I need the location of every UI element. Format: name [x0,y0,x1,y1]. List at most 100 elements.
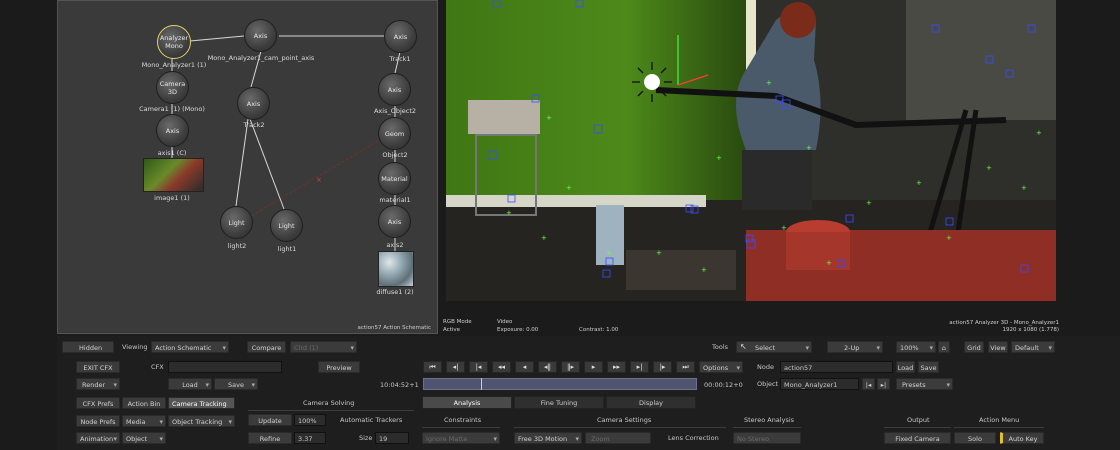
layout-dropdown[interactable]: 2-Up [827,341,883,353]
next-frame-button[interactable]: ▸▸ [607,361,626,373]
object-dropdown[interactable]: Object [122,432,166,444]
node-caption: axis2 [386,241,404,249]
animation-dropdown[interactable]: Animation [76,432,120,444]
action-schematic[interactable]: × Analyzer Mono Mono_Analyzer1 (1) Axis M… [57,0,438,334]
save-dropdown[interactable]: Save [214,378,258,390]
tab-analysis[interactable]: Analysis [422,396,512,409]
tab-fine-tuning[interactable]: Fine Tuning [514,396,604,409]
node-save-button[interactable]: Save [918,361,939,373]
refine-value-field[interactable]: 3.37 [294,432,326,444]
prev-frame-button[interactable]: ◂◂ [492,361,511,373]
section-divider [422,427,500,428]
preview-button[interactable]: Preview [318,361,360,373]
svg-text:×: × [316,176,322,184]
node-caption: Object2 [382,151,408,159]
svg-text:+: + [1036,129,1042,137]
schematic-node-axis[interactable]: Axis [378,205,411,238]
goto-end-button[interactable]: ⏭ [676,361,695,373]
schematic-node-light[interactable]: Light [270,209,303,242]
constraints-dropdown[interactable]: Ignore Matte [422,432,500,444]
home-icon[interactable]: ⌂ [938,341,950,353]
compare-button[interactable]: Compare [247,341,286,353]
media-dropdown[interactable]: Media [122,415,166,427]
exit-cfx-button[interactable]: EXIT CFX [76,361,120,373]
tab-display[interactable]: Display [606,396,696,409]
render-dropdown[interactable]: Render [76,378,120,390]
object-next-icon[interactable]: ▸| [877,378,890,390]
node-label: Node [757,363,774,371]
load-dropdown[interactable]: Load [168,378,212,390]
schematic-node-axis[interactable]: Axis [237,87,270,120]
node-load-button[interactable]: Load [896,361,915,373]
fixed-camera-button[interactable]: Fixed Camera [884,432,951,444]
node-caption: material1 [379,196,411,204]
select-tool-dropdown[interactable]: Select [736,341,812,353]
zoom-toggle[interactable]: Zoom [585,432,651,444]
hidden-toggle[interactable]: Hidden [62,341,114,353]
goto-start-button[interactable]: ⏮ [423,361,442,373]
view-preset-dropdown[interactable]: Default [1011,341,1055,353]
schematic-node-material[interactable]: Material [378,162,411,195]
step-forward-button[interactable]: ▸| [630,361,649,373]
update-button[interactable]: Update [248,414,292,426]
grid-button[interactable]: Grid [964,341,984,353]
refine-button[interactable]: Refine [248,432,292,444]
schematic-node-geom[interactable]: Geom [378,117,411,150]
node-caption: diffuse1 (2) [376,288,414,296]
object-tracking-dropdown[interactable]: Object Tracking [168,415,235,427]
image-thumbnail[interactable] [143,158,204,192]
schematic-node-axis[interactable]: Axis [244,19,277,52]
schematic-node-light[interactable]: Light [220,206,253,239]
node-prefs-button[interactable]: Node Prefs [76,415,120,427]
zoom-dropdown[interactable]: 100% [896,341,936,353]
solo-button[interactable]: Solo [954,432,996,444]
size-field[interactable]: 19 [375,432,409,444]
next-key-button[interactable]: |▸ [653,361,672,373]
svg-text:+: + [766,79,772,87]
timeline-playhead[interactable] [481,378,482,390]
image-viewer[interactable]: + + + + + + + + + + + + + + + + + + [446,0,1056,301]
svg-text:+: + [916,179,922,187]
object-name-field[interactable]: Mono_Analyzer1 [780,378,859,390]
node-caption: Axis_Object2 [373,107,417,115]
stereo-dropdown[interactable]: No Stereo [733,432,801,444]
timeline-scrubber[interactable] [423,378,697,390]
svg-text:+: + [781,224,787,232]
auto-key-button[interactable]: Auto Key [1000,432,1044,444]
cfx-field[interactable] [168,361,282,373]
play-back-button[interactable]: ◂ [515,361,534,373]
update-percent-field[interactable]: 100% [294,414,326,426]
view-button[interactable]: View [988,341,1008,353]
compare-dropdown[interactable]: Clrd (1) [290,341,357,353]
jog-forward-button[interactable]: ‖▸ [561,361,580,373]
schematic-node-axis[interactable]: Axis [156,114,189,147]
action-bin-button[interactable]: Action Bin [122,397,166,409]
schematic-node-axis[interactable]: Axis [384,20,417,53]
motion-dropdown[interactable]: Free 3D Motion [514,432,582,444]
diffuse-thumbnail[interactable] [378,251,414,287]
node-caption: Track2 [243,121,265,129]
schematic-node-camera[interactable]: Camera 3D [156,71,189,104]
svg-text:+: + [716,154,722,162]
camera-tracking-button[interactable]: Camera Tracking [168,397,235,409]
cfx-prefs-button[interactable]: CFX Prefs [76,397,120,409]
play-button[interactable]: ▸ [584,361,603,373]
jog-back-button[interactable]: ◂‖ [538,361,557,373]
schematic-node-analyzer[interactable]: Analyzer Mono [157,25,191,59]
timecode-out[interactable]: 00:00:12+00 [700,378,744,390]
automatic-trackers-label: Automatic Trackers [340,416,403,424]
action-menu-title: Action Menu [979,416,1020,424]
schematic-node-axis[interactable]: Axis [378,73,411,106]
node-caption: Camera1 (1) (Mono) [139,105,205,113]
lens-correction-label: Lens Correction [668,434,719,442]
timecode-in[interactable]: 10:04:52+15 [376,378,420,390]
prev-key-button[interactable]: ◂| [446,361,465,373]
step-back-button[interactable]: |◂ [469,361,488,373]
viewing-dropdown[interactable]: Action Schematic [151,341,229,353]
active-label: Active [443,327,461,333]
object-prev-icon[interactable]: |◂ [862,378,875,390]
presets-dropdown[interactable]: Presets [896,378,953,390]
tools-label: Tools [712,343,729,351]
node-name-field[interactable]: action57 [780,361,893,373]
options-dropdown[interactable]: Options [699,361,743,373]
